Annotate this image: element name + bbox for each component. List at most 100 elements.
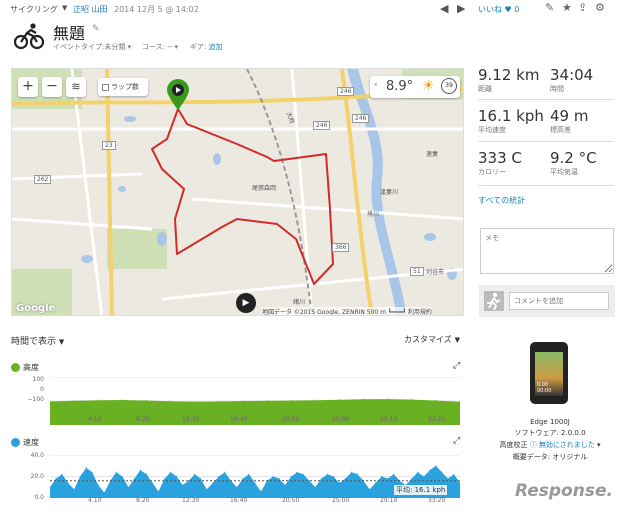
help-icon[interactable]: ⓘ: [530, 441, 537, 449]
comment-input[interactable]: [509, 292, 609, 310]
data-point: [224, 471, 226, 473]
star-icon[interactable]: ★: [562, 1, 572, 14]
x-tick: 8:20: [136, 497, 150, 504]
x-tick: 20:50: [282, 497, 300, 504]
chevron-down-icon[interactable]: ▾: [597, 441, 601, 449]
edit-icon[interactable]: ✎: [545, 1, 554, 14]
chevron-down-icon[interactable]: ▾: [128, 43, 132, 51]
customize-dropdown[interactable]: カスタマイズ ▼: [404, 334, 460, 345]
data-point: [368, 488, 371, 490]
stat-value: 49 m: [550, 107, 589, 125]
route-map[interactable]: 246 246 246 23 262 366 51 尾張森岡 緒川 刈谷市 境川…: [11, 68, 464, 316]
device-elev-correction: 高度校正 ⓘ 無効にされました ▾: [480, 440, 620, 450]
data-point: [73, 488, 75, 490]
y-tick: 0.0: [34, 494, 44, 501]
time-view-dropdown[interactable]: 時間で表示 ▼: [11, 334, 64, 347]
zoom-in-button[interactable]: +: [18, 77, 38, 97]
data-point: [127, 486, 129, 488]
x-tick: 4:10: [88, 416, 102, 423]
data-point: [338, 399, 341, 401]
data-point: [284, 484, 286, 486]
x-tick: 12:30: [182, 497, 200, 504]
data-point: [254, 482, 256, 484]
data-point: [411, 398, 413, 401]
event-type-label: イベントタイプ:: [53, 43, 105, 51]
data-point: [121, 475, 123, 478]
google-logo: Google: [16, 303, 56, 314]
stat-label: 標高差: [550, 126, 571, 134]
data-point: [67, 482, 69, 484]
data-point: [218, 400, 220, 403]
x-tick: 25:00: [332, 497, 350, 504]
data-point: [332, 475, 334, 478]
data-point: [236, 486, 238, 488]
y-tick: 0: [40, 386, 44, 393]
speed-legend-dot: [11, 438, 20, 447]
elevation-chart[interactable]: [50, 377, 460, 425]
course-value[interactable]: --: [167, 43, 172, 51]
place-label: 緒川: [293, 299, 306, 306]
like-label: いいね: [478, 5, 502, 14]
data-point: [169, 400, 172, 402]
layers-icon[interactable]: ≋: [66, 77, 86, 97]
activity-title[interactable]: 無題: [53, 20, 85, 44]
data-point: [266, 400, 268, 402]
runner-icon: [487, 292, 501, 311]
chevron-down-icon[interactable]: ▾: [175, 43, 179, 51]
like-count: 0: [514, 5, 520, 14]
wind-icon: 39: [441, 78, 457, 94]
data-point: [387, 398, 389, 400]
device-info: Edge 1000J ソフトウェア: 2.0.0.0 高度校正 ⓘ 無効にされま…: [480, 418, 620, 462]
device-screen-readout: 0.00 00:00: [537, 382, 552, 394]
sun-icon: ☀: [422, 78, 435, 94]
device-image: 0.00 00:00: [530, 342, 568, 404]
data-point: [387, 478, 389, 480]
divider: [478, 185, 614, 186]
user-link[interactable]: 正昭 山田: [73, 4, 108, 15]
start-marker-icon[interactable]: [167, 79, 189, 111]
next-activity-icon[interactable]: ▶: [457, 2, 465, 15]
data-point: [79, 475, 81, 478]
heart-icon: ♥: [504, 5, 512, 14]
data-point: [326, 473, 328, 475]
data-point: [381, 475, 383, 478]
data-point: [417, 471, 419, 473]
expand-icon[interactable]: ⤢: [453, 436, 460, 446]
event-type: イベントタイプ:未分類 ▾: [53, 42, 131, 52]
route-shield: 246: [352, 114, 370, 123]
time-view-label: 時間で表示: [11, 337, 57, 347]
data-point: [115, 471, 117, 473]
lap-toggle[interactable]: ラップ数: [98, 78, 148, 96]
data-point: [91, 471, 93, 473]
like-button[interactable]: いいね ♥ 0: [478, 4, 519, 15]
all-stats-link[interactable]: すべての統計: [478, 195, 525, 206]
data-point: [85, 467, 87, 469]
avatar: [484, 291, 504, 311]
y-tick: 40.0: [30, 452, 44, 459]
divider: [478, 99, 614, 100]
zoom-out-button[interactable]: −: [42, 77, 62, 97]
data-point: [73, 400, 75, 402]
place-label: 刈谷市: [426, 269, 445, 276]
elev-correct-value[interactable]: 無効にされました: [539, 441, 595, 449]
place-label: 境川: [367, 211, 380, 218]
data-point: [55, 478, 57, 480]
lap-checkbox[interactable]: [102, 83, 109, 91]
elevation-title: 高度: [23, 363, 39, 372]
chevron-down-icon: ▼: [454, 336, 461, 344]
data-point: [260, 490, 262, 493]
chevron-down-icon[interactable]: ▼: [62, 4, 67, 12]
activity-type[interactable]: サイクリング: [10, 4, 58, 15]
pencil-icon[interactable]: ✎: [92, 24, 100, 34]
expand-icon[interactable]: ⤢: [453, 361, 460, 371]
play-button[interactable]: ▶: [236, 293, 256, 313]
event-type-value[interactable]: 未分類: [104, 43, 125, 51]
chevron-left-icon[interactable]: ‹: [374, 80, 378, 90]
prev-activity-icon[interactable]: ◀: [440, 2, 448, 15]
data-point: [272, 475, 274, 478]
memo-field[interactable]: [480, 228, 614, 274]
stat-label: 距離: [478, 85, 492, 93]
gear-icon[interactable]: ⚙: [595, 1, 605, 14]
gear-add-link[interactable]: 追加: [209, 43, 223, 51]
share-icon[interactable]: ⇪: [578, 1, 587, 14]
